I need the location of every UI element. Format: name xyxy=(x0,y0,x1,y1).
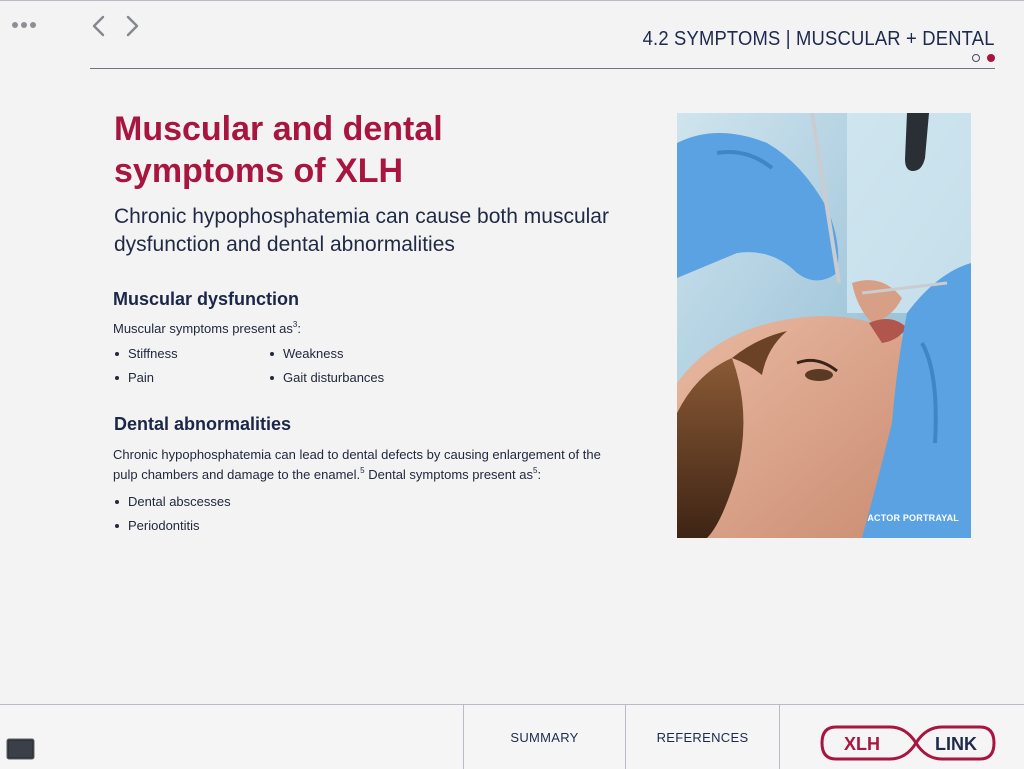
references-button[interactable]: REFERENCES xyxy=(626,705,779,769)
header-divider xyxy=(90,68,995,69)
page-subtitle: Chronic hypophosphatemia can cause both … xyxy=(114,205,609,256)
chevron-left-icon[interactable] xyxy=(88,12,110,40)
list-item: Gait disturbances xyxy=(270,370,384,385)
page-dot-2[interactable] xyxy=(987,54,995,62)
page-dot-1[interactable] xyxy=(972,54,980,62)
dental-exam-photo: ACTOR PORTRAYAL xyxy=(677,113,971,538)
footer-bar: SUMMARY REFERENCES XLH LINK xyxy=(0,704,1024,769)
slides-thumbnail-icon[interactable] xyxy=(6,737,35,761)
list-item: Periodontitis xyxy=(115,518,200,533)
list-item: Stiffness xyxy=(115,346,178,361)
page-indicator xyxy=(972,54,995,62)
list-item: Weakness xyxy=(270,346,343,361)
footer-divider xyxy=(779,705,780,769)
chevron-right-icon[interactable] xyxy=(121,12,143,40)
xlh-link-logo[interactable]: XLH LINK xyxy=(818,723,998,763)
logo-text-link: LINK xyxy=(935,734,977,754)
photo-caption: ACTOR PORTRAYAL xyxy=(867,513,959,523)
list-item: Pain xyxy=(115,370,154,385)
dental-paragraph: Chronic hypophosphatemia can lead to den… xyxy=(113,447,601,482)
dental-heading: Dental abnormalities xyxy=(114,414,292,434)
top-border xyxy=(0,0,1024,1)
list-item: Dental abscesses xyxy=(115,494,231,509)
page-title: Muscular and dental symptoms of XLH xyxy=(114,110,443,190)
summary-button[interactable]: SUMMARY xyxy=(464,705,625,769)
more-dots-icon[interactable] xyxy=(12,18,42,32)
section-title: 4.2 SYMPTOMS | MUSCULAR + DENTAL xyxy=(642,28,995,50)
muscular-intro: Muscular symptoms present as3: xyxy=(113,320,301,337)
logo-text-xlh: XLH xyxy=(844,734,880,754)
muscular-heading: Muscular dysfunction xyxy=(113,289,300,309)
